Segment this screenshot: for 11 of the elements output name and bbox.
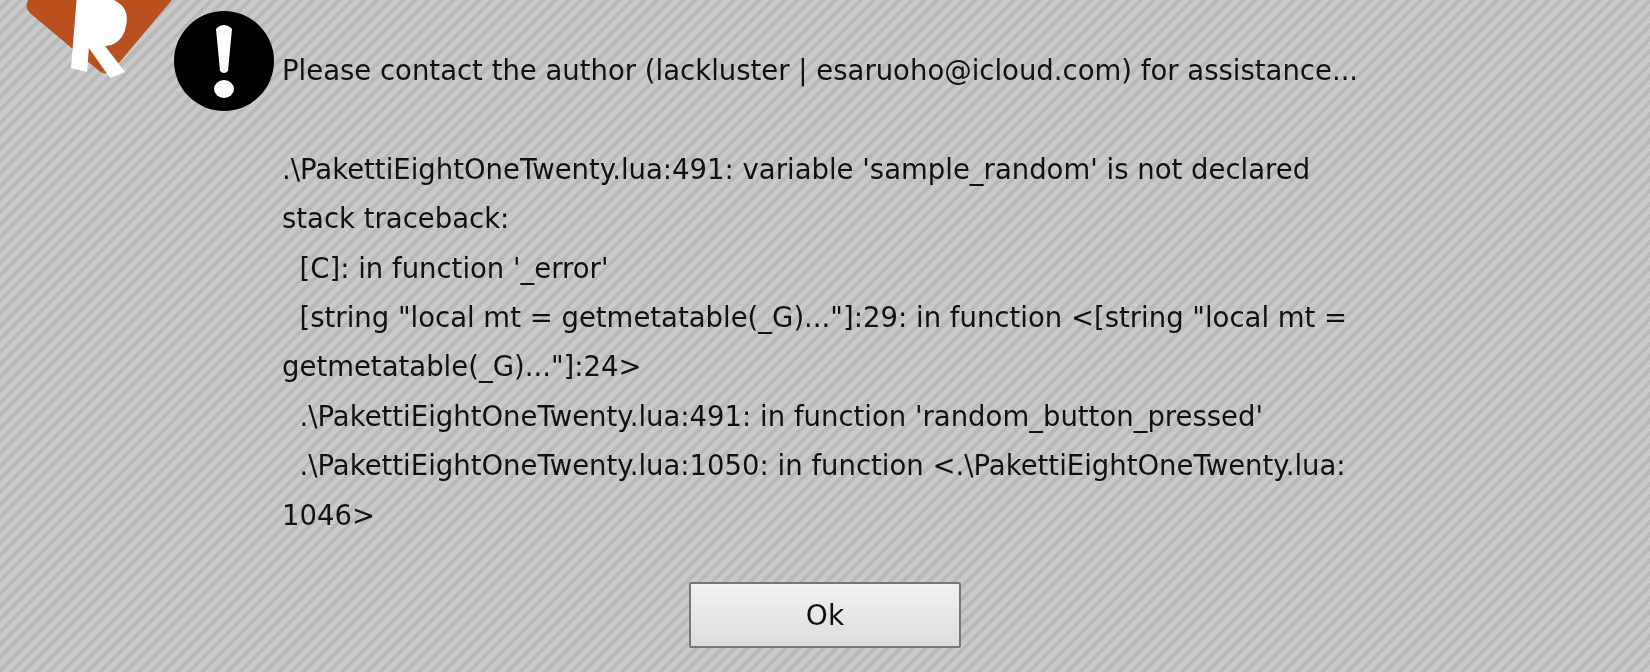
traceback-line: [C]: in function '_error' xyxy=(298,250,609,287)
traceback-line: 1046> xyxy=(282,497,376,533)
traceback-line: .\PakettiEightOneTwenty.lua:491: variable 'sample_random' is not declared xyxy=(282,151,1311,188)
traceback-line: .\PakettiEightOneTwenty.lua:1050: in function <.\PakettiEightOneTwenty.lua: xyxy=(298,448,1346,484)
exclamation-icon xyxy=(172,9,276,113)
traceback-line: .\PakettiEightOneTwenty.lua:491: in function 'random_button_pressed' xyxy=(298,398,1264,435)
error-summary: Please contact the author (lackluster | esaruoho@icloud.com) for assistance... xyxy=(282,53,1359,89)
traceback-line: stack traceback: xyxy=(282,201,510,237)
traceback-line: [string "local mt = getmetatable(_G)..."]:29: in function <[string "local mt = xyxy=(298,300,1348,336)
traceback-line: getmetatable(_G)..."]:24> xyxy=(282,349,642,385)
ok-button[interactable]: Ok xyxy=(689,582,961,649)
